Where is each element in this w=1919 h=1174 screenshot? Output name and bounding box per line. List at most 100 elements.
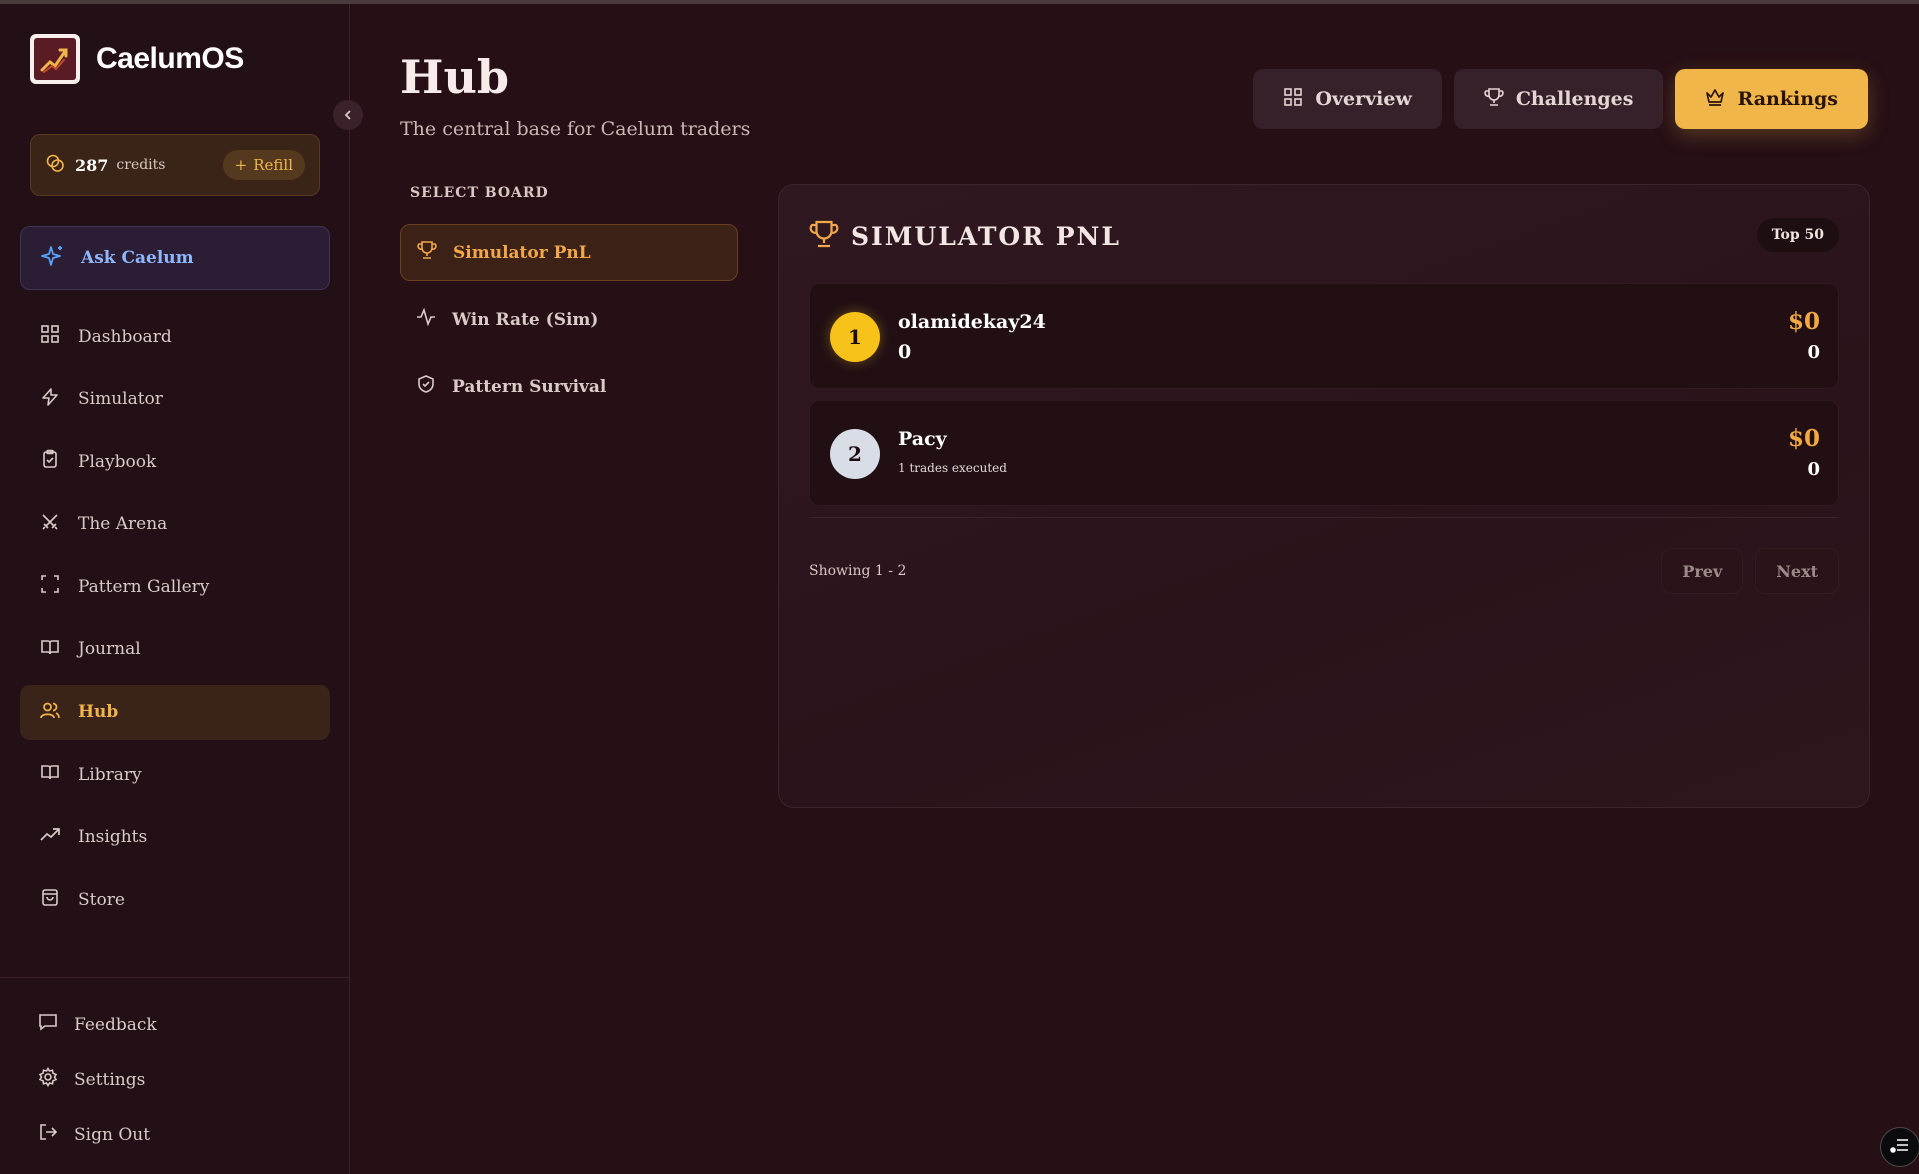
leaderboard-title: SIMULATOR PNL	[851, 221, 1121, 251]
select-board-label: SELECT BOARD	[410, 185, 549, 201]
chart-up-arrow-icon	[34, 38, 76, 80]
sidebar-item-sign-out[interactable]: Sign Out	[20, 1107, 330, 1162]
ask-caelum-button[interactable]: Ask Caelum	[20, 226, 330, 290]
collapse-sidebar-button[interactable]	[333, 100, 363, 130]
app-logo	[30, 34, 80, 84]
board-label: Win Rate (Sim)	[452, 309, 599, 330]
leaderboard-rows: 1 olamidekay24 0 $0 0 2 Pacy 1 trades ex…	[809, 283, 1839, 517]
sidebar-item-the-arena[interactable]: The Arena	[20, 497, 330, 552]
sidebar-item-label: Dashboard	[78, 326, 172, 347]
plus-icon: +	[234, 156, 248, 174]
username: Pacy	[898, 428, 947, 450]
lightning-icon	[40, 387, 60, 412]
rank-badge: 1	[830, 312, 880, 362]
clipboard-icon	[40, 449, 60, 474]
floating-menu-button[interactable]	[1880, 1127, 1919, 1167]
chevron-left-icon	[342, 106, 354, 125]
leaderboard-panel: SIMULATOR PNL Top 50 1 olamidekay24 0 $0…	[778, 184, 1870, 808]
board-label: Pattern Survival	[452, 376, 607, 397]
coins-icon	[45, 153, 65, 177]
message-icon	[38, 1012, 58, 1037]
board-pattern-survival[interactable]: Pattern Survival	[400, 358, 738, 415]
board-simulator-pnl[interactable]: Simulator PnL	[400, 224, 738, 281]
list-icon	[1889, 1134, 1911, 1160]
sidebar-item-hub[interactable]: Hub	[20, 684, 330, 740]
next-button[interactable]: Next	[1755, 548, 1839, 594]
credits-label: credits	[116, 157, 166, 173]
secondary-value: 0	[1807, 342, 1820, 363]
leaderboard-header: SIMULATOR PNL	[809, 219, 1121, 253]
sidebar-item-label: Journal	[78, 639, 141, 660]
crown-icon	[1705, 87, 1725, 112]
pagination: Prev Next	[1661, 548, 1839, 594]
trending-up-icon	[40, 825, 60, 850]
trophy-icon	[1484, 87, 1504, 112]
sidebar-item-simulator[interactable]: Simulator	[20, 372, 330, 427]
tab-rankings[interactable]: Rankings	[1675, 69, 1868, 129]
sidebar-item-label: Store	[78, 889, 125, 910]
trophy-icon	[809, 219, 839, 253]
bottom-nav: Feedback Settings Sign Out	[20, 997, 330, 1162]
refill-label: Refill	[253, 156, 293, 174]
sidebar-item-label: Sign Out	[74, 1124, 151, 1145]
scan-frame-icon	[40, 574, 60, 599]
username: olamidekay24	[898, 311, 1046, 333]
leaderboard-row[interactable]: 1 olamidekay24 0 $0 0	[809, 283, 1839, 389]
sidebar-item-store[interactable]: Store	[20, 872, 330, 927]
credits-box: 287 credits + Refill	[30, 134, 320, 196]
users-icon	[40, 700, 60, 725]
sidebar-item-label: Settings	[74, 1069, 146, 1090]
sidebar-item-settings[interactable]: Settings	[20, 1052, 330, 1107]
tab-label: Overview	[1315, 88, 1412, 110]
main-nav: Dashboard Simulator Playbook The Arena P…	[20, 309, 330, 935]
sidebar-item-insights[interactable]: Insights	[20, 810, 330, 865]
sidebar-item-label: Hub	[78, 702, 119, 723]
pagination-status: Showing 1 - 2	[809, 563, 907, 579]
sidebar-item-feedback[interactable]: Feedback	[20, 997, 330, 1052]
page-subtitle: The central base for Caelum traders	[400, 118, 751, 140]
sidebar-item-journal[interactable]: Journal	[20, 622, 330, 677]
sidebar-item-label: Insights	[78, 827, 148, 848]
prev-button[interactable]: Prev	[1661, 548, 1744, 594]
board-list: Simulator PnL Win Rate (Sim) Pattern Sur…	[400, 224, 738, 425]
sidebar-item-dashboard[interactable]: Dashboard	[20, 309, 330, 364]
ask-caelum-label: Ask Caelum	[81, 248, 194, 268]
grid-icon	[40, 324, 60, 349]
shopping-bag-icon	[40, 887, 60, 912]
sidebar-item-label: Feedback	[74, 1014, 157, 1035]
user-subtext: 0	[898, 341, 912, 363]
refill-button[interactable]: + Refill	[222, 150, 305, 180]
sidebar-item-library[interactable]: Library	[20, 747, 330, 802]
tab-overview[interactable]: Overview	[1253, 69, 1442, 129]
panel-divider	[809, 517, 1839, 518]
activity-icon	[416, 307, 436, 332]
sparkles-icon	[41, 244, 65, 272]
top-50-badge: Top 50	[1756, 218, 1839, 252]
tab-label: Rankings	[1737, 88, 1838, 110]
tab-challenges[interactable]: Challenges	[1453, 69, 1664, 129]
tab-label: Challenges	[1515, 88, 1634, 110]
sidebar-item-label: Playbook	[78, 451, 157, 472]
grid-icon	[1283, 87, 1303, 112]
page-title: Hub	[400, 50, 510, 104]
trophy-icon	[417, 240, 437, 265]
gear-icon	[38, 1066, 58, 1092]
rank-badge: 2	[830, 429, 880, 479]
sidebar-item-playbook[interactable]: Playbook	[20, 434, 330, 489]
sidebar-item-label: Pattern Gallery	[78, 576, 210, 597]
app-name: CaelumOS	[96, 42, 244, 75]
brand[interactable]: CaelumOS	[30, 34, 244, 84]
pnl-value: $0	[1787, 425, 1820, 452]
secondary-value: 0	[1807, 459, 1820, 480]
crossed-swords-icon	[40, 512, 60, 537]
sidebar-item-pattern-gallery[interactable]: Pattern Gallery	[20, 559, 330, 614]
board-label: Simulator PnL	[453, 242, 591, 263]
shield-icon	[416, 374, 436, 399]
board-win-rate[interactable]: Win Rate (Sim)	[400, 291, 738, 348]
sign-out-icon	[38, 1122, 58, 1147]
sidebar-item-label: Simulator	[78, 389, 163, 410]
leaderboard-row[interactable]: 2 Pacy 1 trades executed $0 0	[809, 400, 1839, 506]
sidebar-item-label: Library	[78, 764, 142, 785]
sidebar-divider	[0, 977, 350, 978]
sidebar-item-label: The Arena	[78, 514, 168, 535]
